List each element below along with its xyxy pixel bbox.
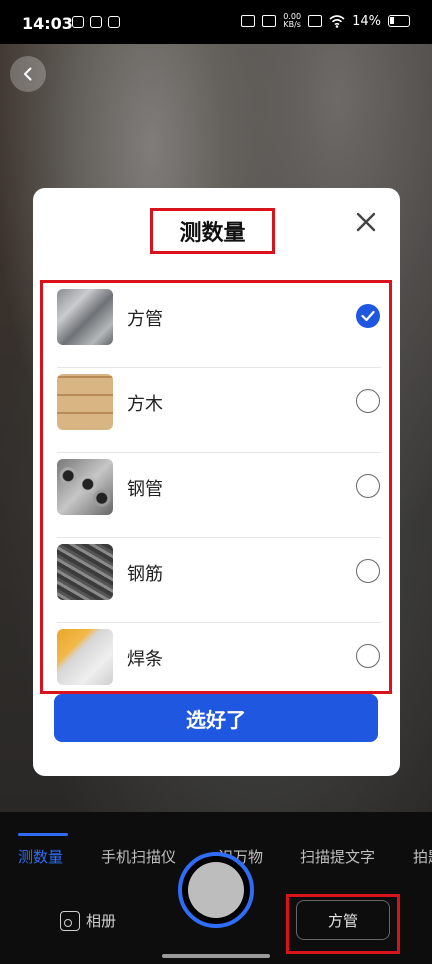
radio-unchecked[interactable] bbox=[356, 389, 380, 413]
list-item[interactable]: 方管 bbox=[57, 283, 381, 368]
chevron-left-icon bbox=[24, 67, 32, 81]
radio-checked[interactable] bbox=[356, 304, 380, 328]
camera-indicator-icon bbox=[241, 15, 256, 27]
network-speed: 0.00 KB/s bbox=[283, 13, 301, 29]
back-button[interactable] bbox=[10, 56, 46, 92]
list-item[interactable]: 焊条 bbox=[57, 623, 381, 691]
mode-tab[interactable]: 测数量 bbox=[18, 846, 63, 867]
timber-image bbox=[57, 374, 113, 430]
shutter-inner bbox=[188, 862, 244, 918]
radio-unchecked[interactable] bbox=[356, 644, 380, 668]
close-button[interactable] bbox=[352, 208, 380, 236]
notification-icon bbox=[90, 16, 102, 28]
rebar-image bbox=[57, 544, 113, 600]
photo-album-icon bbox=[60, 910, 80, 931]
wifi-icon bbox=[329, 14, 345, 28]
mode-tab[interactable]: 拍题 bbox=[413, 846, 432, 867]
mode-tab[interactable]: 扫描提文字 bbox=[300, 846, 375, 867]
notification-icon bbox=[72, 16, 84, 28]
item-label: 方管 bbox=[127, 309, 163, 330]
home-indicator bbox=[162, 954, 270, 958]
current-type-button[interactable]: 方管 bbox=[296, 900, 390, 940]
album-button[interactable]: 相册 bbox=[60, 910, 116, 931]
sim-icon bbox=[308, 15, 323, 27]
steel-pipe-image bbox=[57, 459, 113, 515]
confirm-button-label: 选好了 bbox=[186, 707, 246, 732]
confirm-button[interactable]: 选好了 bbox=[54, 694, 378, 742]
list-item[interactable]: 方木 bbox=[57, 368, 381, 453]
shutter-button[interactable] bbox=[178, 852, 254, 928]
current-type-label: 方管 bbox=[327, 911, 358, 930]
notification-icons bbox=[72, 16, 120, 28]
radio-unchecked[interactable] bbox=[356, 474, 380, 498]
battery-percent: 14% bbox=[352, 13, 381, 29]
notification-icon bbox=[108, 16, 120, 28]
list-item[interactable]: 钢筋 bbox=[57, 538, 381, 623]
type-list: 方管 方木 钢管 钢筋 焊条 bbox=[40, 280, 392, 694]
dialog-title: 测数量 bbox=[150, 208, 275, 254]
network-speed-unit: KB/s bbox=[283, 20, 301, 29]
mode-active-indicator bbox=[18, 833, 68, 836]
status-right: 0.00 KB/s 14% bbox=[241, 13, 410, 29]
item-label: 钢筋 bbox=[127, 564, 163, 585]
item-label: 方木 bbox=[127, 394, 163, 415]
status-time: 14:03 bbox=[22, 14, 73, 33]
square-tube-image bbox=[57, 289, 113, 345]
item-label: 钢管 bbox=[127, 479, 163, 500]
close-icon bbox=[356, 212, 376, 232]
list-item[interactable]: 钢管 bbox=[57, 453, 381, 538]
check-icon bbox=[361, 310, 375, 322]
battery-icon bbox=[388, 15, 410, 27]
album-label: 相册 bbox=[86, 912, 117, 930]
item-label: 焊条 bbox=[127, 649, 163, 670]
vibrate-icon bbox=[262, 15, 277, 27]
dialog-title-text: 测数量 bbox=[179, 221, 246, 246]
radio-unchecked[interactable] bbox=[356, 559, 380, 583]
status-bar: 14:03 0.00 KB/s 14% bbox=[0, 0, 432, 44]
welding-rod-image bbox=[57, 629, 113, 685]
mode-tab[interactable]: 手机扫描仪 bbox=[101, 846, 176, 867]
